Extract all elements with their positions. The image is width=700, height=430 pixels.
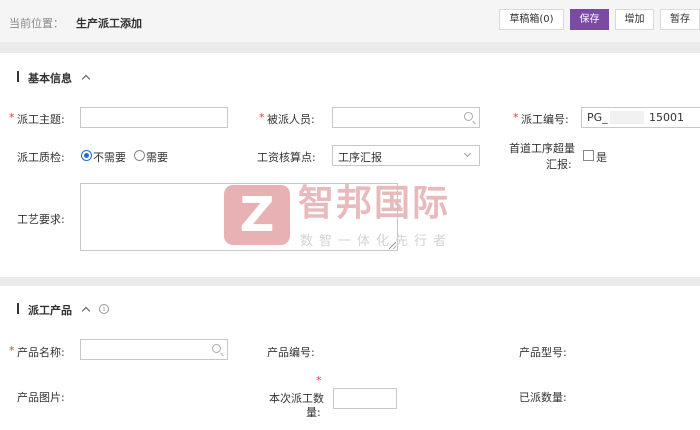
section-marker bbox=[17, 71, 19, 82]
watermark-slogan: 数智一体化先行者 bbox=[300, 234, 453, 249]
first-process-over-checkbox[interactable] bbox=[583, 150, 594, 161]
product-code-label: 产品编号: bbox=[267, 346, 315, 359]
dispatched-qty-label: 已派数量: bbox=[519, 391, 567, 404]
required-mark: * bbox=[9, 111, 15, 124]
qc-option-not-required: 不需要 bbox=[93, 151, 126, 164]
dispatch-qty-input[interactable] bbox=[333, 388, 397, 409]
dispatch-number-suffix: 15001 bbox=[649, 111, 684, 124]
dispatch-number-label: 派工编号: bbox=[521, 113, 569, 126]
chevron-down-icon bbox=[463, 149, 472, 158]
qc-label: 派工质检: bbox=[17, 151, 65, 164]
section-marker bbox=[17, 303, 19, 314]
breadcrumb-label: 当前位置： bbox=[9, 17, 64, 30]
add-button[interactable]: 增加 bbox=[615, 9, 654, 30]
dispatch-number-prefix: PG_ bbox=[587, 111, 608, 124]
subject-label: 派工主题: bbox=[17, 113, 65, 126]
breadcrumb-page: 生产派工添加 bbox=[76, 17, 142, 30]
first-process-over-label: 首道工序超量 bbox=[509, 142, 575, 155]
watermark-logo: Z bbox=[224, 185, 290, 245]
product-model-label: 产品型号: bbox=[519, 346, 567, 359]
search-icon[interactable] bbox=[212, 344, 221, 353]
dispatch-qty-label-2: 量: bbox=[306, 406, 321, 419]
craft-requirement-label: 工艺要求: bbox=[17, 213, 65, 226]
wage-point-label: 工资核算点: bbox=[257, 151, 316, 164]
watermark-name: 智邦国际 bbox=[298, 183, 451, 224]
section-title-product: 派工产品 bbox=[28, 304, 72, 317]
qc-radio-not-required[interactable] bbox=[81, 150, 92, 161]
product-name-input[interactable] bbox=[80, 339, 228, 360]
wage-point-select[interactable]: 工序汇报 bbox=[332, 145, 480, 166]
watermark-logo-letter: Z bbox=[239, 187, 275, 243]
blurred-redaction bbox=[610, 111, 644, 124]
temp-save-button[interactable]: 暂存 bbox=[660, 9, 700, 30]
section-title-basic: 基本信息 bbox=[28, 72, 72, 85]
save-button[interactable]: 保存 bbox=[570, 9, 609, 30]
required-mark: * bbox=[9, 344, 15, 357]
info-icon[interactable]: i bbox=[99, 304, 109, 314]
assignee-input[interactable] bbox=[332, 107, 480, 128]
assignee-label: 被派人员: bbox=[267, 113, 315, 126]
wage-point-value: 工序汇报 bbox=[338, 151, 382, 164]
top-bar: 当前位置： 生产派工添加 草稿箱(0) 保存 增加 暂存 bbox=[0, 0, 700, 42]
qc-option-required: 需要 bbox=[146, 151, 168, 164]
required-mark: * bbox=[259, 111, 265, 124]
draft-box-button[interactable]: 草稿箱(0) bbox=[499, 9, 564, 30]
first-process-over-check-label: 是 bbox=[596, 151, 607, 164]
product-name-label: 产品名称: bbox=[17, 346, 65, 359]
search-icon[interactable] bbox=[464, 112, 473, 121]
subject-input[interactable] bbox=[80, 107, 228, 128]
required-mark: * bbox=[316, 374, 322, 387]
required-mark: * bbox=[513, 111, 519, 124]
qc-radio-required[interactable] bbox=[134, 150, 145, 161]
product-image-label: 产品图片: bbox=[17, 391, 65, 404]
first-process-over-label-2: 汇报: bbox=[546, 158, 572, 171]
